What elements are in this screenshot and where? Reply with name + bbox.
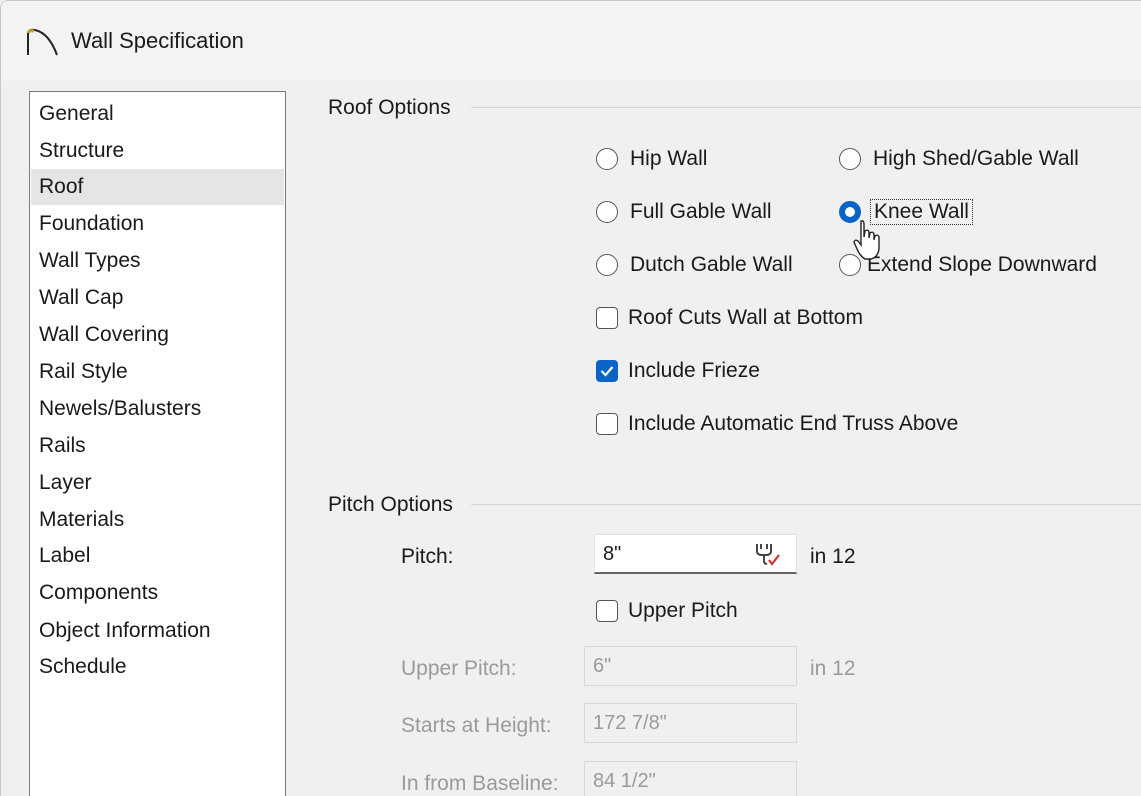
nav-item-structure[interactable]: Structure <box>31 133 284 169</box>
dutch-gable-wall-radio[interactable] <box>596 254 618 276</box>
nav-item-components[interactable]: Components <box>31 575 284 611</box>
dutch-gable-wall-label[interactable]: Dutch Gable Wall <box>630 253 793 277</box>
nav-item-roof[interactable]: Roof <box>31 169 284 205</box>
include-end-truss-option[interactable]: Include Automatic End Truss Above <box>596 409 958 439</box>
nav-item-label[interactable]: Label <box>31 538 284 574</box>
nav-item-object-information[interactable]: Object Information <box>31 613 284 649</box>
pitch-label: Pitch: <box>401 545 454 568</box>
upper-pitch-value[interactable]: 6" <box>593 655 611 677</box>
high-shed-gable-wall-label[interactable]: High Shed/Gable Wall <box>873 147 1079 171</box>
pitch-unit: in 12 <box>810 545 856 568</box>
roof-options-title: Roof Options <box>328 96 463 120</box>
upper-pitch-label: Upper Pitch: <box>401 657 517 680</box>
nav-item-layer[interactable]: Layer <box>31 465 284 501</box>
roof-cuts-wall-option[interactable]: Roof Cuts Wall at Bottom <box>596 303 863 333</box>
nav-item-wall-cap[interactable]: Wall Cap <box>31 280 284 316</box>
include-end-truss-checkbox[interactable] <box>596 413 618 435</box>
pitch-options-divider <box>471 504 1141 505</box>
full-gable-wall-label[interactable]: Full Gable Wall <box>630 200 772 224</box>
upper-pitch-check-label[interactable]: Upper Pitch <box>628 599 738 623</box>
wall-specification-dialog: Wall Specification General Structure Roo… <box>0 0 1141 796</box>
dialog-title: Wall Specification <box>71 28 244 53</box>
nav-item-general[interactable]: General <box>31 96 284 132</box>
in-from-baseline-input[interactable]: 84 1/2" <box>584 761 797 796</box>
in-from-baseline-value[interactable]: 84 1/2" <box>593 770 656 792</box>
pitch-options-title: Pitch Options <box>328 493 465 517</box>
nav-item-schedule[interactable]: Schedule <box>31 649 284 685</box>
roof-options-divider <box>471 107 1141 108</box>
checkmark-icon <box>600 366 614 377</box>
hip-wall-radio[interactable] <box>596 148 618 170</box>
pitch-input[interactable]: 8" <box>594 534 797 574</box>
pitch-value[interactable]: 8" <box>603 543 621 565</box>
roof-cuts-wall-label[interactable]: Roof Cuts Wall at Bottom <box>628 306 863 330</box>
starts-at-height-input[interactable]: 172 7/8" <box>584 703 797 743</box>
hip-wall-option[interactable]: Hip Wall <box>596 144 707 174</box>
high-shed-gable-wall-option[interactable]: High Shed/Gable Wall <box>839 144 1079 174</box>
upper-pitch-unit: in 12 <box>810 657 856 680</box>
starts-at-height-value[interactable]: 172 7/8" <box>593 712 667 734</box>
nav-item-rails[interactable]: Rails <box>31 428 284 464</box>
nav-item-wall-covering[interactable]: Wall Covering <box>31 317 284 353</box>
nav-item-materials[interactable]: Materials <box>31 502 284 538</box>
starts-at-height-label: Starts at Height: <box>401 714 552 737</box>
nav-item-foundation[interactable]: Foundation <box>31 206 284 242</box>
hand-pointer-cursor-icon <box>853 220 880 260</box>
edit-value-icon[interactable] <box>752 541 782 569</box>
include-frieze-option[interactable]: Include Frieze <box>596 356 760 386</box>
roof-cuts-wall-checkbox[interactable] <box>596 307 618 329</box>
nav-item-newels-balusters[interactable]: Newels/Balusters <box>31 391 284 427</box>
upper-pitch-input[interactable]: 6" <box>584 646 797 686</box>
include-frieze-checkbox[interactable] <box>596 360 618 382</box>
nav-item-wall-types[interactable]: Wall Types <box>31 243 284 279</box>
dutch-gable-wall-option[interactable]: Dutch Gable Wall <box>596 250 793 280</box>
include-frieze-label[interactable]: Include Frieze <box>628 359 760 383</box>
full-gable-wall-radio[interactable] <box>596 201 618 223</box>
include-end-truss-label[interactable]: Include Automatic End Truss Above <box>628 412 958 436</box>
wall-arch-icon <box>26 28 58 56</box>
hip-wall-label[interactable]: Hip Wall <box>630 147 707 171</box>
full-gable-wall-option[interactable]: Full Gable Wall <box>596 197 772 227</box>
extend-slope-downward-label[interactable]: Extend Slope Downward <box>867 253 1097 277</box>
title-bar: Wall Specification <box>1 1 1141 81</box>
in-from-baseline-label: In from Baseline: <box>401 772 559 795</box>
high-shed-gable-wall-radio[interactable] <box>839 148 861 170</box>
nav-item-rail-style[interactable]: Rail Style <box>31 354 284 390</box>
upper-pitch-checkbox[interactable] <box>596 600 618 622</box>
category-list[interactable]: General Structure Roof Foundation Wall T… <box>29 91 286 796</box>
upper-pitch-option[interactable]: Upper Pitch <box>596 596 738 626</box>
